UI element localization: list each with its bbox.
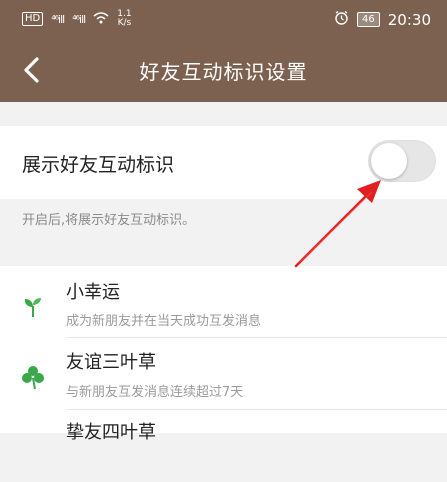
badge-name: 友谊三叶草 [66,352,156,373]
signal-icon-1: ⁴⁶ill [51,12,65,26]
signal-icon-2: ⁴⁶ill [72,12,86,26]
list-item: 小幸运 成为新朋友并在当天成功互发消息 [0,266,447,338]
clock: 20:30 [387,10,431,29]
list-item: 友谊三叶草 与新朋友互发消息连续超过7天 [0,338,447,410]
app-header: HD ⁴⁶ill ⁴⁶ill 1.1 K/s 46 20:30 好友互动标识设置 [0,0,447,102]
nav-bar: 好友互动标识设置 [0,46,447,96]
status-bar: HD ⁴⁶ill ⁴⁶ill 1.1 K/s 46 20:30 [0,0,447,36]
badge-list: 小幸运 成为新朋友并在当天成功互发消息 友谊三叶草 与新朋友互发消息连续超过7天… [0,266,447,443]
badge-desc: 成为新朋友并在当天成功互发消息 [66,314,262,329]
toggle-knob [371,143,407,179]
badge-desc: 与新朋友互发消息连续超过7天 [66,385,244,400]
battery-icon: 46 [357,12,380,27]
badge-name: 小幸运 [66,282,120,303]
wifi-icon [93,11,109,27]
list-item: 挚友四叶草 [0,410,447,482]
badge-name: 挚友四叶草 [66,422,156,443]
sprout-icon [20,293,46,319]
alarm-icon [334,10,349,29]
setting-hint: 开启后,将展示好友互动标识。 [22,213,196,228]
setting-label: 展示好友互动标识 [22,154,175,176]
page-title: 好友互动标识设置 [139,60,308,84]
network-speed: 1.1 K/s [117,9,132,28]
interaction-badge-toggle[interactable] [368,140,436,182]
hd-indicator: HD [22,12,44,26]
clover-three-icon [20,364,46,390]
